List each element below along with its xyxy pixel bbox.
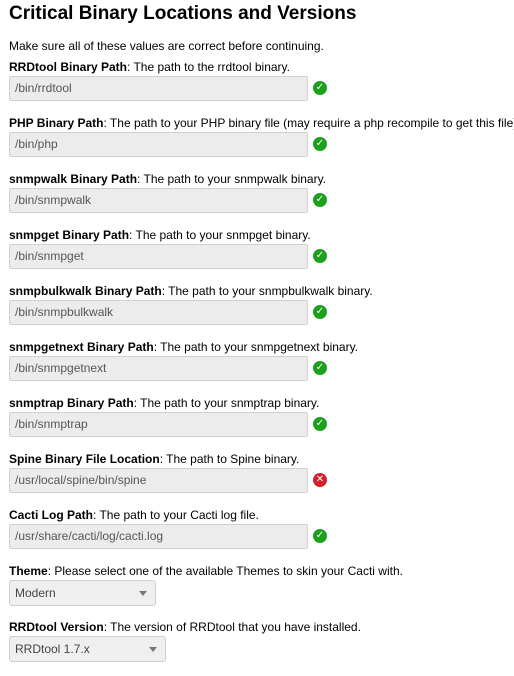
- field-description: : The path to your snmpgetnext binary.: [153, 340, 359, 354]
- theme-field: Theme: Please select one of the availabl…: [9, 564, 514, 620]
- field-label: snmptrap Binary Path: [9, 396, 134, 410]
- rrdtool-version-field: RRDtool Version: The version of RRDtool …: [9, 620, 514, 676]
- path-input[interactable]: /bin/snmptrap: [9, 412, 308, 437]
- path-field: snmpwalk Binary Path: The path to your s…: [9, 172, 514, 228]
- rrdtool-version-select[interactable]: RRDtool 1.7.x: [9, 636, 166, 662]
- theme-desc: : Please select one of the available The…: [47, 564, 403, 578]
- path-field: Spine Binary File Location: The path to …: [9, 452, 514, 508]
- field-description: : The path to your snmpget binary.: [129, 228, 311, 242]
- field-label: PHP Binary Path: [9, 116, 104, 130]
- field-description: : The path to Spine binary.: [159, 452, 300, 466]
- section-intro: Make sure all of these values are correc…: [9, 39, 324, 53]
- field-description: : The path to your PHP binary file (may …: [103, 116, 514, 130]
- field-description: : The path to the rrdtool binary.: [127, 60, 290, 74]
- check-circle-icon: ✓: [313, 193, 327, 207]
- chevron-down-icon: [149, 647, 157, 652]
- path-field: snmptrap Binary Path: The path to your s…: [9, 396, 514, 452]
- field-label: Cacti Log Path: [9, 508, 94, 522]
- field-label: snmpwalk Binary Path: [9, 172, 138, 186]
- theme-label: Theme: [9, 564, 48, 578]
- path-field: PHP Binary Path: The path to your PHP bi…: [9, 116, 514, 172]
- field-label: Spine Binary File Location: [9, 452, 160, 466]
- path-input[interactable]: /bin/snmpwalk: [9, 188, 308, 213]
- installer-section: Critical Binary Locations and Versions M…: [9, 0, 514, 676]
- theme-selected: Modern: [15, 586, 56, 600]
- check-circle-icon: ✓: [313, 529, 327, 543]
- path-field: RRDtool Binary Path: The path to the rrd…: [9, 60, 514, 116]
- field-description: : The path to your snmpwalk binary.: [137, 172, 327, 186]
- path-input[interactable]: /bin/snmpgetnext: [9, 356, 308, 381]
- path-input[interactable]: /usr/share/cacti/log/cacti.log: [9, 524, 308, 549]
- check-circle-icon: ✓: [313, 305, 327, 319]
- rrdtool-version-desc: : The version of RRDtool that you have i…: [103, 620, 361, 634]
- rrdtool-version-selected: RRDtool 1.7.x: [15, 642, 90, 656]
- check-circle-icon: ✓: [313, 361, 327, 375]
- path-input[interactable]: /bin/php: [9, 132, 308, 157]
- x-circle-icon: ✕: [313, 473, 327, 487]
- field-label: snmpgetnext Binary Path: [9, 340, 154, 354]
- path-input[interactable]: /bin/snmpbulkwalk: [9, 300, 308, 325]
- chevron-down-icon: [139, 591, 147, 596]
- check-circle-icon: ✓: [313, 81, 327, 95]
- field-description: : The path to your snmpbulkwalk binary.: [161, 284, 373, 298]
- path-field: snmpgetnext Binary Path: The path to you…: [9, 340, 514, 396]
- path-field: snmpbulkwalk Binary Path: The path to yo…: [9, 284, 514, 340]
- path-input[interactable]: /bin/rrdtool: [9, 76, 308, 101]
- field-label: snmpbulkwalk Binary Path: [9, 284, 162, 298]
- check-circle-icon: ✓: [313, 417, 327, 431]
- field-label: RRDtool Binary Path: [9, 60, 128, 74]
- path-input[interactable]: /bin/snmpget: [9, 244, 308, 269]
- path-field: snmpget Binary Path: The path to your sn…: [9, 228, 514, 284]
- path-field: Cacti Log Path: The path to your Cacti l…: [9, 508, 514, 564]
- theme-select[interactable]: Modern: [9, 580, 156, 606]
- check-circle-icon: ✓: [313, 137, 327, 151]
- rrdtool-version-label: RRDtool Version: [9, 620, 104, 634]
- field-label: snmpget Binary Path: [9, 228, 130, 242]
- field-description: : The path to your Cacti log file.: [93, 508, 259, 522]
- path-input[interactable]: /usr/local/spine/bin/spine: [9, 468, 308, 493]
- section-title: Critical Binary Locations and Versions: [9, 3, 357, 24]
- check-circle-icon: ✓: [313, 249, 327, 263]
- field-description: : The path to your snmptrap binary.: [133, 396, 320, 410]
